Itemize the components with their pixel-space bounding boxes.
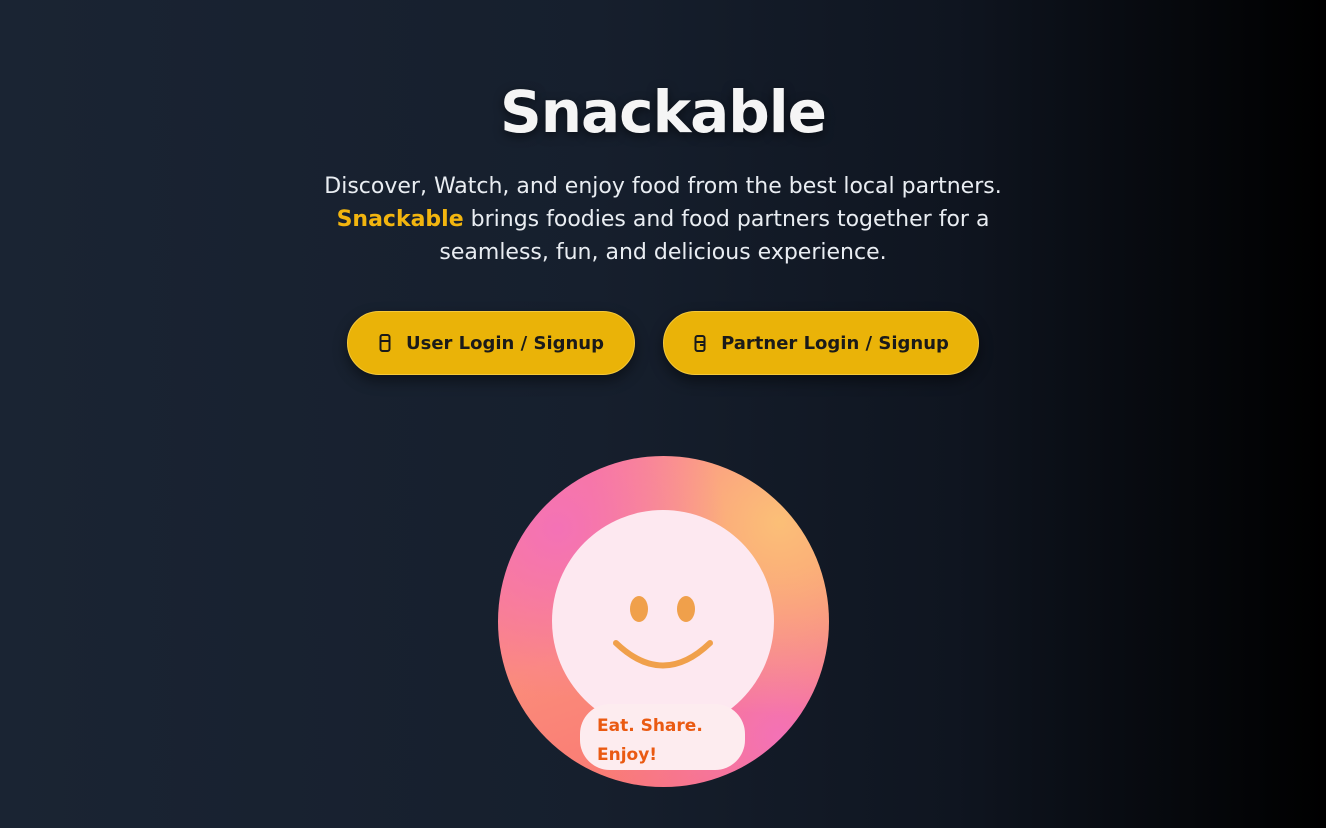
tagline-text-end: brings foodies and food partners togethe… [439,207,990,265]
user-login-label: User Login / Signup [405,332,605,354]
partner-login-signup-button[interactable]: Partner Login / Signup [663,311,979,375]
smiley-face-icon [552,510,774,732]
partner-store-icon [693,333,707,353]
slogan-line-1: Eat. Share. [597,716,703,736]
slogan-badge: Eat. Share. Enjoy! [580,704,745,770]
landing-page: Snackable Discover, Watch, and enjoy foo… [0,0,1326,828]
user-login-signup-button[interactable]: User Login / Signup [347,311,635,375]
user-device-icon [378,333,392,353]
partner-login-label: Partner Login / Signup [721,332,949,354]
tagline-brand-highlight: Snackable [336,207,464,232]
tagline-text-start: Discover, Watch, and enjoy food from the… [324,174,1002,199]
tagline: Discover, Watch, and enjoy food from the… [313,170,1013,269]
slogan-line-2: Enjoy! [597,745,658,765]
page-title: Snackable [499,78,827,146]
hero-illustration: Eat. Share. Enjoy! [498,456,829,787]
